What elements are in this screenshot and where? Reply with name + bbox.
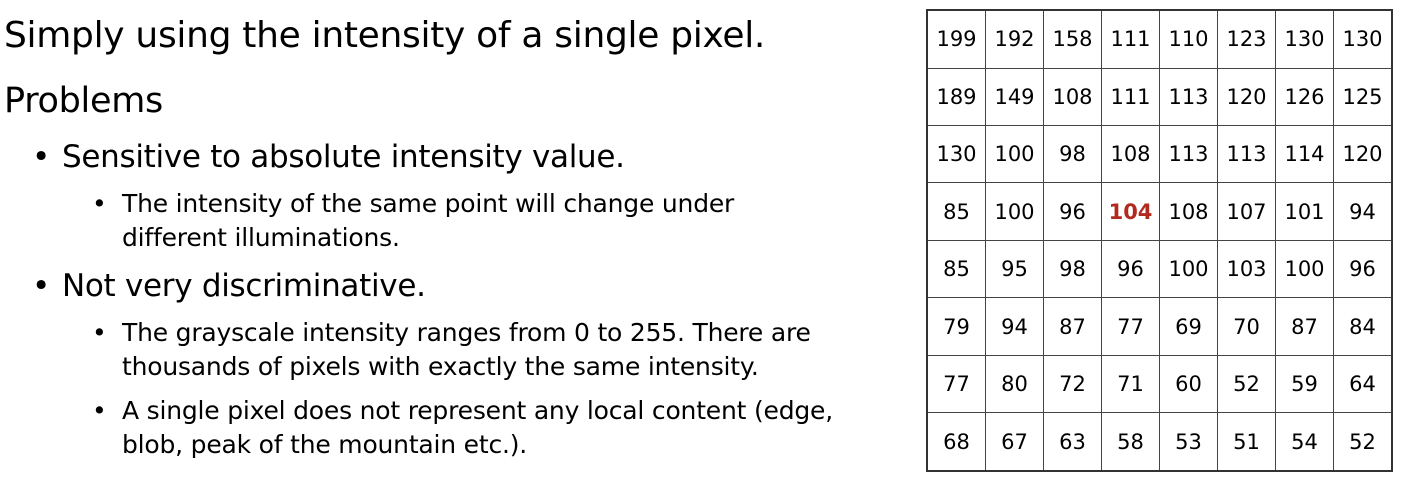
grid-cell: 103: [1217, 239, 1276, 299]
grid-row: 199 192 158 111 110 123 130 130: [926, 9, 1393, 69]
sub-bullet-text: A single pixel does not represent any lo…: [122, 396, 833, 425]
grid-cell: 114: [1275, 124, 1334, 184]
grid-cell: 64: [1333, 354, 1393, 414]
grid-cell: 98: [1043, 124, 1102, 184]
sub-bullet-local-content-cont: blob, peak of the mountain etc.).: [122, 430, 528, 459]
slide-title: Simply using the intensity of a single p…: [4, 15, 766, 56]
grid-cell: 113: [1217, 124, 1276, 184]
grid-cell: 70: [1217, 297, 1276, 356]
bullet-discriminative: • Not very discriminative.: [32, 266, 426, 306]
grid-cell: 130: [926, 124, 986, 184]
grid-cell: 77: [926, 354, 986, 414]
bullet-text: Not very discriminative.: [62, 268, 426, 304]
problems-heading: Problems: [4, 81, 163, 121]
bullet-text: Sensitive to absolute intensity value.: [62, 139, 625, 175]
grid-cell: 189: [926, 67, 986, 126]
grid-cell: 120: [1333, 124, 1393, 184]
grid-cell: 120: [1217, 67, 1276, 126]
grid-cell: 96: [1101, 239, 1160, 299]
grid-cell: 87: [1043, 297, 1102, 356]
grid-cell: 94: [985, 297, 1044, 356]
grid-cell: 84: [1333, 297, 1393, 356]
grid-cell: 111: [1101, 9, 1160, 69]
grid-cell: 108: [1043, 67, 1102, 126]
grid-row: 85 95 98 96 100 103 100 96: [926, 239, 1393, 299]
sub-bullet-range-cont: thousands of pixels with exactly the sam…: [122, 352, 759, 381]
grid-cell: 80: [985, 354, 1044, 414]
grid-row: 77 80 72 71 60 52 59 64: [926, 354, 1393, 414]
grid-cell: 52: [1217, 354, 1276, 414]
grid-cell: 94: [1333, 182, 1393, 241]
grid-cell: 77: [1101, 297, 1160, 356]
grid-cell: 125: [1333, 67, 1393, 126]
grid-cell: 108: [1101, 124, 1160, 184]
grid-row: 189 149 108 111 113 120 126 125: [926, 67, 1393, 126]
grid-cell: 60: [1159, 354, 1218, 414]
sub-bullet-text: The intensity of the same point will cha…: [122, 189, 735, 218]
grid-cell: 79: [926, 297, 986, 356]
grid-cell: 95: [985, 239, 1044, 299]
grid-cell: 69: [1159, 297, 1218, 356]
grid-cell: 100: [985, 124, 1044, 184]
grid-cell: 85: [926, 239, 986, 299]
grid-cell: 67: [985, 412, 1044, 472]
grid-cell: 126: [1275, 67, 1334, 126]
grid-cell: 59: [1275, 354, 1334, 414]
sub-bullet-dot: •: [92, 396, 107, 425]
grid-cell: 110: [1159, 9, 1218, 69]
grid-cell: 113: [1159, 67, 1218, 126]
grid-cell: 107: [1217, 182, 1276, 241]
grid-cell: 192: [985, 9, 1044, 69]
grid-cell: 98: [1043, 239, 1102, 299]
sub-bullet-text: The grayscale intensity ranges from 0 to…: [122, 318, 811, 347]
grid-cell: 130: [1333, 9, 1393, 69]
grid-cell: 71: [1101, 354, 1160, 414]
sub-bullet-local-content: • A single pixel does not represent any …: [92, 394, 833, 428]
grid-cell: 199: [926, 9, 986, 69]
grid-cell: 101: [1275, 182, 1334, 241]
bullet-dot: •: [32, 268, 50, 304]
sub-bullet-dot: •: [92, 189, 107, 218]
pixel-intensity-grid: 199 192 158 111 110 123 130 130 189 149 108 111 113 1…: [926, 9, 1393, 472]
grid-row: 130 100 98 108 113 113 114 120: [926, 124, 1393, 184]
grid-cell: 51: [1217, 412, 1276, 472]
grid-cell: 96: [1043, 182, 1102, 241]
sub-bullet-illumination: • The intensity of the same point will c…: [92, 187, 735, 221]
grid-cell: 113: [1159, 124, 1218, 184]
sub-bullet-illumination-cont: different illuminations.: [122, 223, 400, 252]
grid-cell: 96: [1333, 239, 1393, 299]
grid-cell: 87: [1275, 297, 1334, 356]
bullet-sensitive: • Sensitive to absolute intensity value.: [32, 137, 625, 177]
grid-cell: 85: [926, 182, 986, 241]
grid-cell: 149: [985, 67, 1044, 126]
grid-row: 68 67 63 58 53 51 54 52: [926, 412, 1393, 472]
grid-cell: 58: [1101, 412, 1160, 472]
grid-cell: 123: [1217, 9, 1276, 69]
sub-bullet-range: • The grayscale intensity ranges from 0 …: [92, 316, 811, 350]
grid-cell: 158: [1043, 9, 1102, 69]
grid-cell: 108: [1159, 182, 1218, 241]
bullet-dot: •: [32, 139, 50, 175]
grid-cell: 68: [926, 412, 986, 472]
grid-row: 85 100 96 104 108 107 101 94: [926, 182, 1393, 241]
grid-cell: 130: [1275, 9, 1334, 69]
grid-cell: 100: [1275, 239, 1334, 299]
grid-cell: 72: [1043, 354, 1102, 414]
grid-cell: 100: [985, 182, 1044, 241]
grid-cell: 54: [1275, 412, 1334, 472]
pixel-grid-body: 199 192 158 111 110 123 130 130 189 149 108 111 113 1…: [926, 9, 1393, 472]
grid-cell: 52: [1333, 412, 1393, 472]
grid-cell-highlighted: 104: [1101, 182, 1160, 241]
grid-cell: 100: [1159, 239, 1218, 299]
grid-cell: 111: [1101, 67, 1160, 126]
grid-row: 79 94 87 77 69 70 87 84: [926, 297, 1393, 356]
grid-cell: 53: [1159, 412, 1218, 472]
grid-cell: 63: [1043, 412, 1102, 472]
sub-bullet-dot: •: [92, 318, 107, 347]
